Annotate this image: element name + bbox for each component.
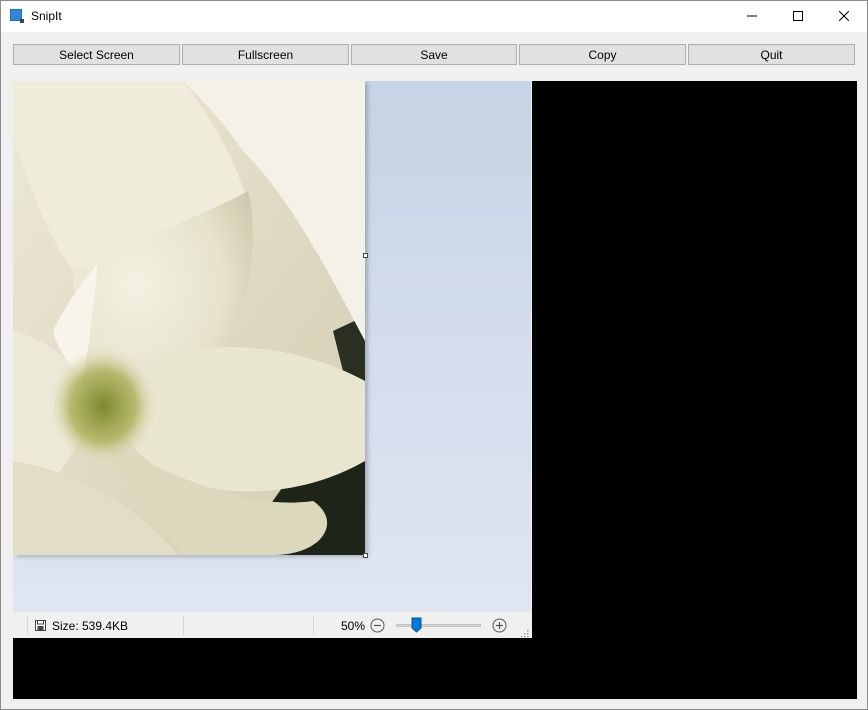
save-disk-icon — [35, 620, 46, 634]
title-bar[interactable]: SnipIt — [1, 1, 867, 32]
resize-handle-right[interactable] — [363, 253, 368, 258]
fullscreen-button[interactable]: Fullscreen — [182, 44, 349, 65]
preview-canvas[interactable] — [13, 81, 531, 611]
app-window: SnipIt Select Screen Fullscreen Save Cop… — [0, 0, 868, 710]
file-size-label: Size: 539.4KB — [52, 619, 129, 633]
zoom-slider-track[interactable] — [396, 624, 481, 627]
zoom-slider-thumb[interactable] — [411, 617, 422, 636]
select-screen-button[interactable]: Select Screen — [13, 44, 180, 65]
toolbar: Select Screen Fullscreen Save Copy Quit — [13, 44, 856, 66]
status-divider — [183, 615, 184, 635]
close-button[interactable] — [821, 1, 867, 31]
minimize-icon — [747, 11, 757, 21]
window-title: SnipIt — [31, 9, 62, 23]
zoom-in-icon[interactable] — [492, 618, 507, 636]
resize-handle-corner[interactable] — [363, 553, 368, 558]
zoom-out-icon[interactable] — [370, 618, 385, 636]
empty-region-bottom — [13, 638, 532, 699]
snip-image[interactable] — [13, 81, 365, 555]
status-bar: Size: 539.4KB 50% — [13, 611, 532, 638]
status-divider — [313, 615, 314, 635]
minimize-button[interactable] — [729, 1, 775, 31]
resize-grip-icon[interactable] — [520, 627, 529, 641]
maximize-button[interactable] — [775, 1, 821, 31]
copy-button[interactable]: Copy — [519, 44, 686, 65]
empty-region-right — [532, 81, 857, 699]
save-button[interactable]: Save — [351, 44, 517, 65]
close-icon — [839, 11, 849, 21]
maximize-icon — [793, 11, 803, 21]
status-divider — [27, 615, 28, 635]
zoom-level-label: 50% — [341, 619, 366, 633]
quit-button[interactable]: Quit — [688, 44, 855, 65]
snipit-app-icon — [10, 9, 24, 23]
